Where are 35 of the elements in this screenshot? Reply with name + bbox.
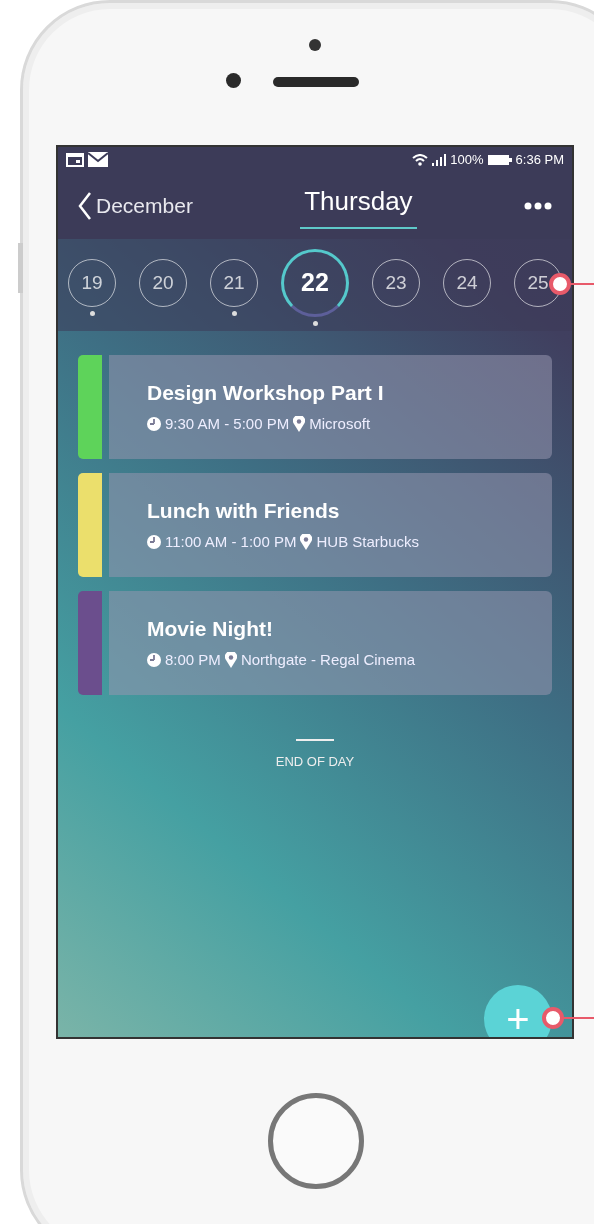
event-location: Northgate - Regal Cinema — [240, 649, 416, 670]
camera-icon — [309, 39, 321, 51]
event-time: 9:30 AM - 5:00 PM — [165, 413, 290, 434]
event-title: Lunch with Friends — [147, 498, 341, 524]
event-card[interactable]: Movie Night! 8:00 PM Northgate - Regal Cinema — [109, 591, 552, 695]
more-icon[interactable] — [524, 201, 552, 210]
location-pin-icon — [293, 415, 306, 432]
leader-line — [570, 283, 594, 285]
event-time: 8:00 PM — [165, 649, 221, 670]
location-pin-icon — [300, 533, 313, 550]
leader-line — [563, 1017, 594, 1019]
event-card[interactable]: Design Workshop Part I 9:30 AM - 5:00 PM Microsoft — [109, 355, 552, 459]
wifi-icon — [412, 153, 429, 166]
status-time: 6:36 PM — [515, 150, 564, 169]
event-card[interactable]: Lunch with Friends 11:00 AM - 1:00 PM HUB Starbucks — [109, 473, 552, 577]
event-title: Movie Night! — [147, 616, 274, 642]
end-of-day-label: END OF DAY — [275, 754, 355, 769]
event-location: Microsoft — [309, 413, 371, 434]
back-link[interactable]: December — [78, 189, 193, 222]
clock-icon — [147, 416, 161, 431]
event-location: HUB Starbucks — [316, 531, 419, 552]
location-pin-icon — [224, 651, 237, 668]
event-title: Design Workshop Part I — [147, 380, 385, 406]
event-time: 11:00 AM - 1:00 PM — [165, 531, 297, 552]
sensor-icon — [226, 73, 241, 88]
clock-icon — [147, 652, 161, 667]
calendar-icon — [66, 152, 84, 167]
day-title: Thursday — [300, 182, 417, 229]
clock-icon — [147, 534, 161, 549]
battery-percentage: 100% — [450, 150, 484, 169]
back-chevron-icon — [78, 190, 92, 221]
battery-icon — [487, 154, 512, 165]
mail-icon — [88, 152, 108, 167]
day-button[interactable]: 22 — [281, 249, 349, 317]
signal-icon — [432, 153, 447, 166]
